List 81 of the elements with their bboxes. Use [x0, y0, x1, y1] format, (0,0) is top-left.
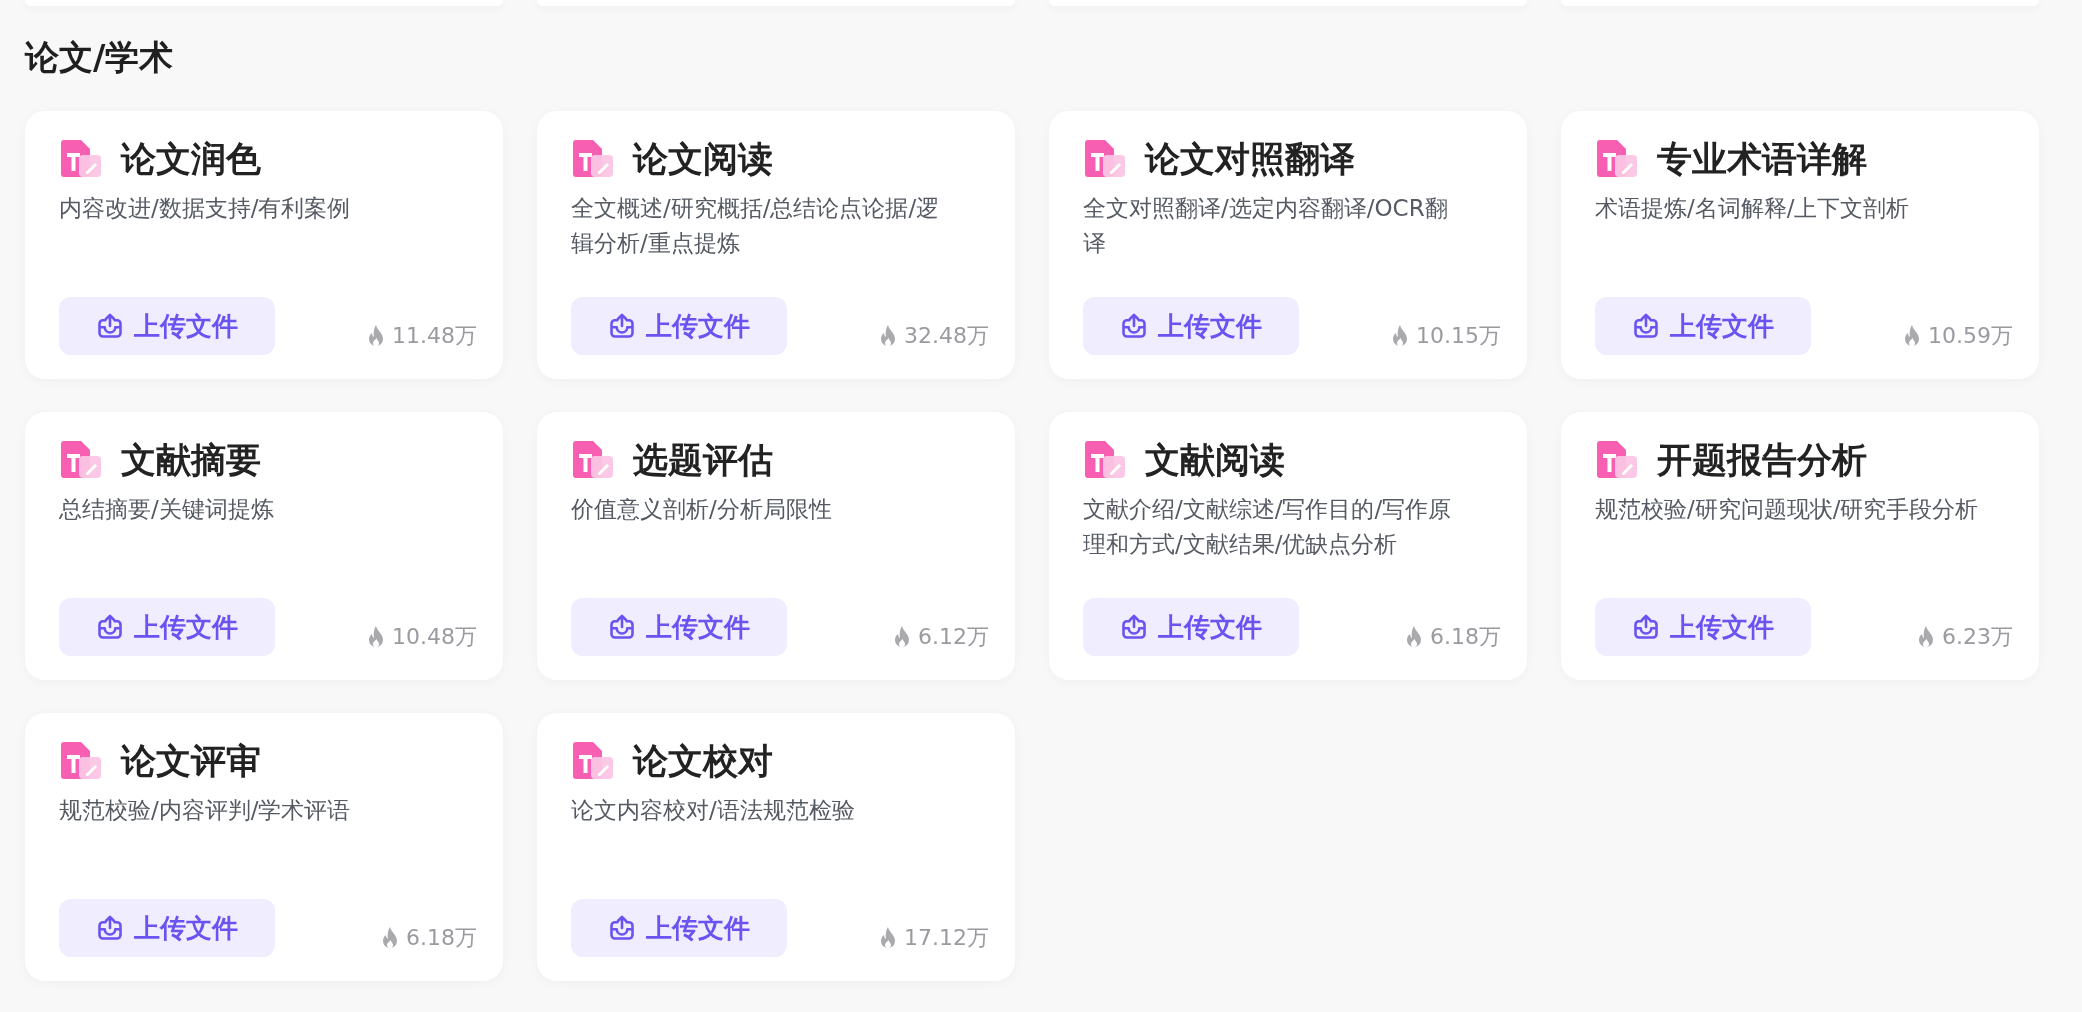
card-title: 论文对照翻译 [1145, 137, 1355, 181]
upload-button[interactable]: 上传文件 [571, 598, 787, 656]
usage-count: 10.59万 [1928, 322, 2013, 350]
card-title: 论文润色 [121, 137, 261, 181]
upload-icon [1632, 613, 1660, 641]
flame-icon [366, 324, 386, 348]
document-icon [1595, 440, 1639, 480]
upload-button[interactable]: 上传文件 [1083, 598, 1299, 656]
card-description: 全文对照翻译/选定内容翻译/OCR翻译 [1083, 194, 1449, 258]
upload-icon [96, 914, 124, 942]
flame-icon [1404, 625, 1424, 649]
usage-count: 10.15万 [1416, 322, 1501, 350]
card-description: 论文内容校对/语法规范检验 [571, 796, 856, 825]
upload-button[interactable]: 上传文件 [1595, 297, 1811, 355]
card-title: 论文校对 [633, 739, 773, 783]
document-icon [1083, 139, 1127, 179]
usage-count: 11.48万 [392, 322, 477, 350]
usage-count: 10.48万 [392, 623, 477, 651]
document-icon [571, 139, 615, 179]
card-title: 文献阅读 [1145, 438, 1285, 482]
upload-button[interactable]: 上传文件 [571, 297, 787, 355]
card-title: 选题评估 [633, 438, 773, 482]
flame-icon [878, 926, 898, 950]
card-description: 总结摘要/关键词提炼 [59, 495, 275, 524]
usage-count: 6.12万 [918, 623, 989, 651]
usage-count: 32.48万 [904, 322, 989, 350]
flame-icon [1390, 324, 1410, 348]
card-title: 文献摘要 [121, 438, 261, 482]
upload-icon [96, 613, 124, 641]
flame-icon [1902, 324, 1922, 348]
upload-icon [608, 914, 636, 942]
upload-icon [1120, 613, 1148, 641]
card-description: 全文概述/研究概括/总结论点论据/逻辑分析/重点提炼 [571, 194, 941, 258]
document-icon [59, 741, 103, 781]
card-description: 内容改进/数据支持/有利案例 [59, 194, 352, 223]
document-icon [1083, 440, 1127, 480]
card-description: 文献介绍/文献综述/写作目的/写作原理和方式/文献结果/优缺点分析 [1083, 495, 1453, 559]
flame-icon [380, 926, 400, 950]
tool-card[interactable]: 开题报告分析 规范校验/研究问题现状/研究手段分析 上传文件 6.23万 [1561, 412, 2039, 680]
card-description: 术语提炼/名词解释/上下文剖析 [1595, 194, 1911, 223]
upload-icon [1120, 312, 1148, 340]
section-title: 论文/学术 [25, 36, 175, 79]
tool-card[interactable]: 文献摘要 总结摘要/关键词提炼 上传文件 10.48万 [25, 412, 503, 680]
document-icon [59, 139, 103, 179]
upload-button[interactable]: 上传文件 [59, 899, 275, 957]
upload-button[interactable]: 上传文件 [571, 899, 787, 957]
card-title: 专业术语详解 [1657, 137, 1867, 181]
tool-card[interactable]: 论文对照翻译 全文对照翻译/选定内容翻译/OCR翻译 上传文件 10.15万 [1049, 111, 1527, 379]
document-icon [571, 741, 615, 781]
usage-count: 6.18万 [406, 924, 477, 952]
flame-icon [1916, 625, 1936, 649]
tool-card[interactable]: 论文润色 内容改进/数据支持/有利案例 上传文件 11.48万 [25, 111, 503, 379]
document-icon [1595, 139, 1639, 179]
tool-card[interactable]: 文献阅读 文献介绍/文献综述/写作目的/写作原理和方式/文献结果/优缺点分析 上传文件 6.18万 [1049, 412, 1527, 680]
card-title: 开题报告分析 [1657, 438, 1867, 482]
flame-icon [366, 625, 386, 649]
usage-count: 6.18万 [1430, 623, 1501, 651]
tool-card[interactable]: 论文校对 论文内容校对/语法规范检验 上传文件 17.12万 [537, 713, 1015, 981]
upload-icon [96, 312, 124, 340]
tool-card[interactable]: 论文阅读 全文概述/研究概括/总结论点论据/逻辑分析/重点提炼 上传文件 32.48万 [537, 111, 1015, 379]
upload-button[interactable]: 上传文件 [1083, 297, 1299, 355]
card-title: 论文评审 [121, 739, 261, 783]
tool-card[interactable]: 选题评估 价值意义剖析/分析局限性 上传文件 6.12万 [537, 412, 1015, 680]
usage-count: 17.12万 [904, 924, 989, 952]
flame-icon [878, 324, 898, 348]
card-description: 规范校验/内容评判/学术评语 [59, 796, 352, 825]
upload-button[interactable]: 上传文件 [1595, 598, 1811, 656]
document-icon [59, 440, 103, 480]
card-description: 价值意义剖析/分析局限性 [571, 495, 833, 524]
upload-icon [1632, 312, 1660, 340]
upload-button[interactable]: 上传文件 [59, 297, 275, 355]
document-icon [571, 440, 615, 480]
card-title: 论文阅读 [633, 137, 773, 181]
upload-button[interactable]: 上传文件 [59, 598, 275, 656]
flame-icon [892, 625, 912, 649]
upload-icon [608, 312, 636, 340]
usage-count: 6.23万 [1942, 623, 2013, 651]
tool-card[interactable]: 专业术语详解 术语提炼/名词解释/上下文剖析 上传文件 10.59万 [1561, 111, 2039, 379]
tool-card[interactable]: 论文评审 规范校验/内容评判/学术评语 上传文件 6.18万 [25, 713, 503, 981]
upload-icon [608, 613, 636, 641]
card-description: 规范校验/研究问题现状/研究手段分析 [1595, 495, 1980, 524]
